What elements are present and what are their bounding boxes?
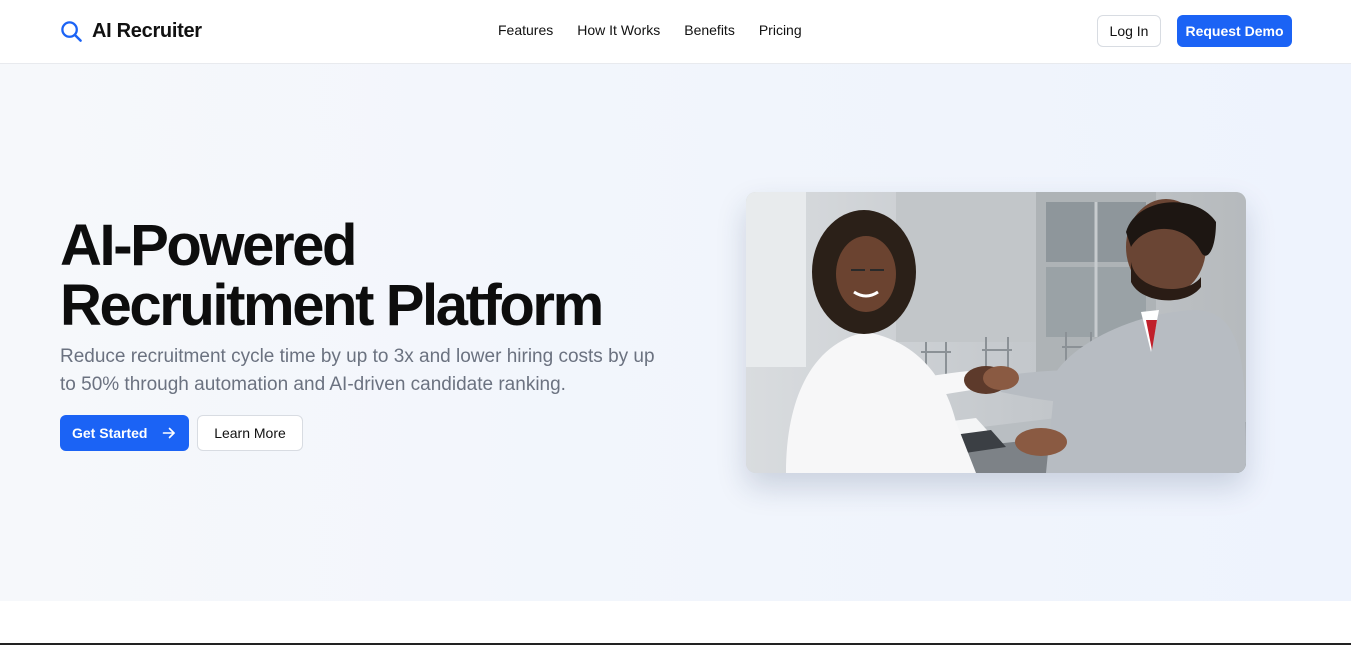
handshake-illustration — [746, 192, 1246, 473]
nav-link-features[interactable]: Features — [498, 22, 553, 38]
nav-link-pricing[interactable]: Pricing — [759, 22, 802, 38]
get-started-label: Get Started — [72, 425, 148, 441]
site-header: AI Recruiter Features How It Works Benef… — [0, 0, 1351, 64]
brand-name: AI Recruiter — [92, 19, 202, 42]
search-icon — [61, 20, 82, 42]
request-demo-button[interactable]: Request Demo — [1177, 15, 1292, 47]
nav-link-how-it-works[interactable]: How It Works — [577, 22, 660, 38]
handshake-photo — [746, 192, 1246, 473]
next-section — [0, 601, 1351, 645]
hero-section: AI-Powered Recruitment Platform Reduce r… — [0, 64, 1351, 601]
learn-more-button[interactable]: Learn More — [197, 415, 303, 451]
hero-title: AI-Powered Recruitment Platform — [60, 216, 680, 336]
login-button[interactable]: Log In — [1097, 15, 1161, 47]
get-started-button[interactable]: Get Started — [60, 415, 189, 451]
brand-logo[interactable]: AI Recruiter — [60, 18, 202, 44]
arrow-right-icon — [162, 427, 175, 439]
nav-link-benefits[interactable]: Benefits — [684, 22, 735, 38]
hero-title-line-1: AI-Powered — [60, 213, 357, 278]
main-nav: Features How It Works Benefits Pricing — [498, 22, 802, 38]
hero-subtitle: Reduce recruitment cycle time by up to 3… — [60, 346, 655, 395]
hero-title-line-2: Recruitment Platform — [60, 273, 604, 338]
